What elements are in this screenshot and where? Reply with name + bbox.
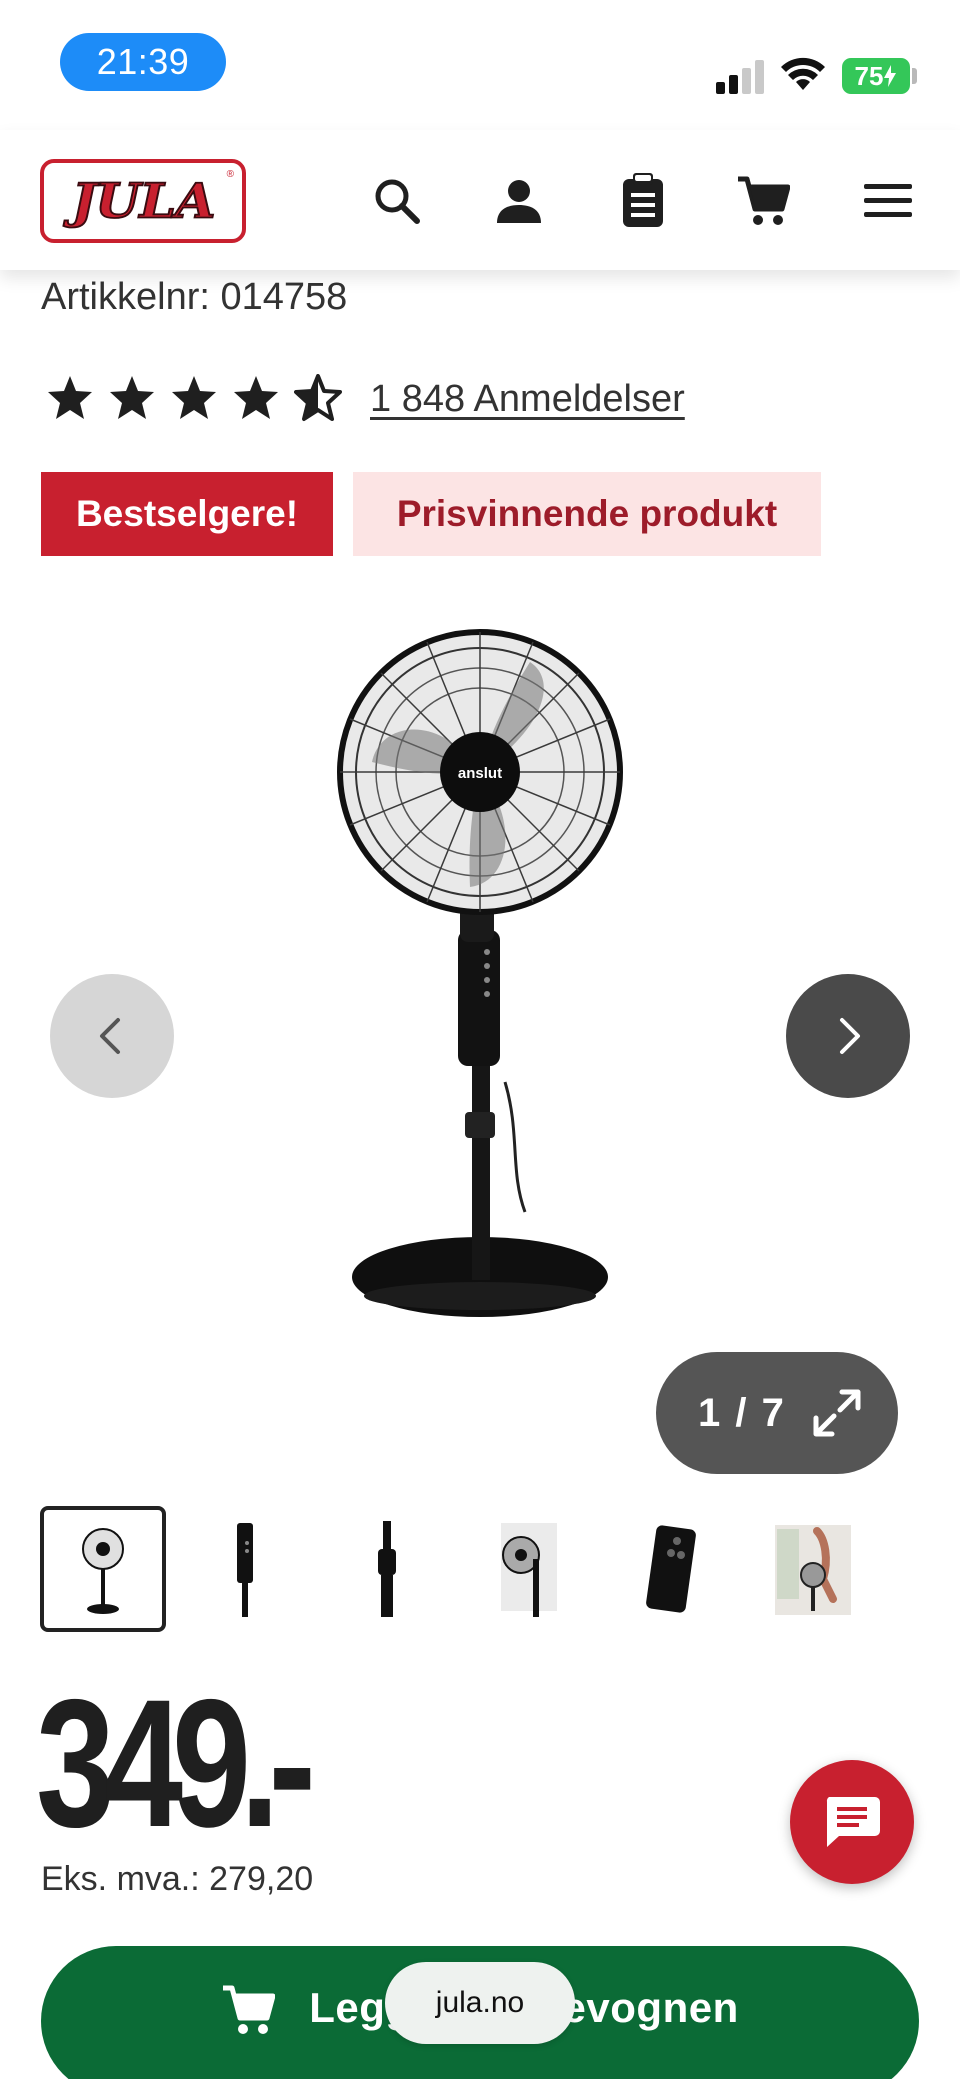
gallery-prev-button[interactable] [50,974,174,1098]
jula-logo[interactable]: JULA ® [40,159,246,243]
fan-brand-label: anslut [458,765,502,782]
thumbnail-strip [40,1506,920,1632]
product-image[interactable]: anslut [320,612,640,1462]
menu-icon[interactable] [857,170,919,232]
thumbnail-1[interactable] [40,1506,166,1632]
thumbnail-5[interactable] [608,1506,734,1632]
article-number: Artikkelnr: 014758 [41,276,348,318]
chat-button[interactable] [790,1760,914,1884]
battery-level: 75 [854,60,884,91]
search-icon[interactable] [366,170,428,232]
charging-icon [884,65,897,87]
thumbnail-6[interactable] [750,1506,876,1632]
product-price: 349.- [36,1661,316,1865]
site-header: JULA ® [0,130,960,270]
browser-url-pill[interactable]: jula.no [385,1962,575,2044]
signal-icon [716,60,764,94]
thumbnail-4[interactable] [466,1506,592,1632]
star-icon [234,376,278,419]
status-time: 21:39 [60,33,226,91]
star-icon [110,376,154,419]
cart-icon[interactable] [732,170,794,232]
registered-mark: ® [226,169,234,180]
rating-stars [46,374,342,422]
status-bar: 21:39 75 [0,0,960,130]
logo-text: JULA [71,172,217,230]
chevron-left-icon [100,1018,120,1054]
chat-icon [826,1797,880,1847]
star-icon [172,376,216,419]
wifi-icon [781,57,825,90]
gallery-counter: 1 / 7 [698,1390,786,1435]
gallery-next-button[interactable] [786,974,910,1098]
list-icon[interactable] [612,170,674,232]
battery-tip [912,68,917,84]
account-icon[interactable] [488,170,550,232]
battery-icon: 75 [842,58,910,94]
bestseller-badge: Bestselgere! [41,472,333,556]
price-ex-vat: Eks. mva.: 279,20 [41,1860,314,1898]
gallery-fullscreen-button[interactable]: 1 / 7 [656,1352,898,1474]
thumbnail-3[interactable] [324,1506,450,1632]
thumbnail-2[interactable] [182,1506,308,1632]
cart-icon [223,1985,276,2034]
star-half-icon [294,374,342,421]
reviews-link[interactable]: 1 848 Anmeldelser [370,378,685,421]
expand-icon [813,1389,861,1437]
chevron-right-icon [840,1018,860,1054]
star-icon [48,376,92,419]
prize-badge: Prisvinnende produkt [353,472,821,556]
